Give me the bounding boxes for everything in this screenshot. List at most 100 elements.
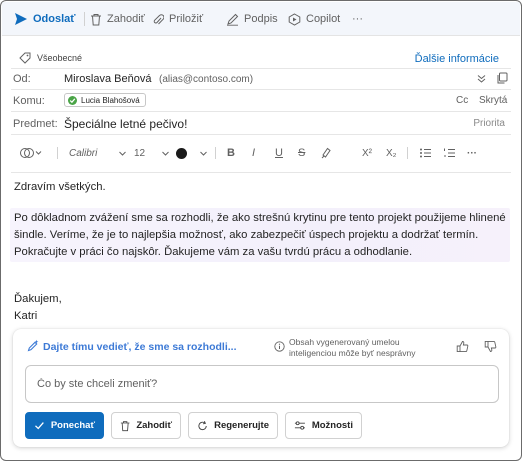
more-formatting-button[interactable]: ···	[467, 142, 477, 164]
discard-button[interactable]: Zahodiť	[90, 2, 145, 36]
copilot-label: Copilot	[306, 13, 341, 25]
trash-icon	[120, 420, 130, 431]
attach-button[interactable]: Priložiť	[152, 2, 203, 36]
font-size-value: 12	[134, 147, 146, 159]
divider	[57, 147, 58, 159]
subject-field[interactable]: Špeciálne letné pečivo!	[64, 117, 187, 131]
body-line: Pokračujte v práci čo najskôr. Ďakujeme …	[14, 246, 413, 258]
options-button[interactable]: Možnosti	[285, 412, 362, 439]
presence-available-icon	[68, 95, 77, 105]
more-icon: ···	[352, 13, 363, 25]
copilot-title: Dajte tímu vedieť, že sme sa rozhodli...	[43, 341, 237, 353]
copilot-panel: Dajte tímu vedieť, že sme sa rozhodli...…	[13, 329, 509, 447]
from-name[interactable]: Miroslava Beňová	[64, 73, 151, 85]
attach-label: Priložiť	[169, 13, 204, 25]
font-family-value: Calibri	[69, 147, 98, 159]
options-label: Možnosti	[311, 420, 353, 431]
disclaimer-line: Obsah vygenerovaný umelou	[289, 337, 400, 347]
color-swatch	[176, 147, 187, 159]
to-label: Komu:	[13, 95, 45, 107]
divider	[11, 172, 511, 173]
more-info-link[interactable]: Ďalšie informácie	[415, 53, 499, 65]
discard-label: Zahodiť	[107, 13, 145, 25]
recipient-name: Lucia Blahošová	[81, 95, 140, 105]
strikethrough-button[interactable]: S	[298, 142, 305, 164]
compose-window: Odoslať Zahodiť Priložiť Podpis Copilot …	[0, 0, 522, 461]
checkmark-icon	[35, 422, 44, 430]
send-icon	[15, 13, 27, 25]
italic-button[interactable]: I	[252, 142, 255, 164]
closing: Ďakujem,	[14, 293, 62, 305]
chevron-down-icon	[119, 151, 126, 156]
formatting-toolbar: Calibri 12 B I U S X² X₂ ···	[11, 142, 511, 164]
priority-button[interactable]: Priorita	[473, 118, 505, 129]
pen-sparkle-icon	[27, 339, 39, 352]
thumbs-down-icon[interactable]	[484, 340, 497, 353]
signature-label: Podpis	[244, 13, 278, 25]
greeting: Zdravím všetkých.	[14, 181, 106, 193]
body-line: šindle. Veríme, že je to najlepšia možno…	[14, 229, 479, 241]
divider	[11, 89, 511, 90]
numbered-list-icon	[444, 148, 455, 157]
styles-button[interactable]	[19, 142, 43, 164]
from-email: (alias@contoso.com)	[159, 74, 254, 85]
numbering-button[interactable]	[443, 142, 456, 164]
sensitivity-text: Všeobecné	[37, 53, 83, 63]
signature: Katri	[14, 310, 38, 322]
regenerate-label: Regenerujte	[214, 420, 269, 431]
more-options-button[interactable]: ···	[352, 2, 363, 36]
disclaimer-line: inteligenciou môže byť nesprávny	[289, 348, 416, 358]
trash-icon	[91, 13, 101, 25]
chevron-down-icon	[200, 151, 207, 156]
bcc-button[interactable]: Skrytá	[479, 95, 507, 106]
toolbar: Odoslať Zahodiť Priložiť Podpis Copilot …	[2, 2, 520, 36]
subject-label: Predmet:	[13, 118, 58, 130]
bullets-button[interactable]	[419, 142, 432, 164]
discard-draft-button[interactable]: Zahodiť	[111, 412, 181, 439]
copilot-button[interactable]: Copilot	[288, 2, 340, 36]
copy-icon[interactable]	[496, 72, 508, 84]
refresh-icon	[198, 420, 207, 430]
divider	[407, 147, 408, 159]
divider	[11, 68, 511, 69]
sensitivity-label[interactable]: Všeobecné	[19, 52, 82, 64]
pen-icon	[227, 13, 239, 26]
recipient-chip[interactable]: Lucia Blahošová	[64, 93, 146, 107]
info-icon	[274, 341, 285, 352]
divider	[11, 134, 511, 135]
bold-button[interactable]: B	[227, 142, 235, 164]
underline-button[interactable]: U	[275, 142, 283, 164]
refine-prompt-input[interactable]	[25, 365, 499, 403]
font-family-select[interactable]: Calibri	[69, 142, 127, 164]
paperclip-icon	[153, 13, 164, 24]
divider	[11, 111, 511, 112]
superscript-button[interactable]: X²	[362, 142, 372, 164]
keep-button[interactable]: Ponechať	[25, 412, 104, 439]
keep-label: Ponechať	[50, 420, 95, 431]
bullet-list-icon	[420, 148, 431, 158]
from-actions	[476, 72, 508, 84]
discard-draft-label: Zahodiť	[136, 420, 172, 431]
divider	[215, 147, 216, 159]
from-label: Od:	[13, 73, 31, 85]
subscript-button[interactable]: X₂	[386, 142, 397, 164]
signature-button[interactable]: Podpis	[226, 2, 278, 36]
cc-button[interactable]: Cc	[456, 95, 468, 106]
tag-icon	[19, 52, 31, 64]
styles-icon	[20, 148, 42, 158]
sliders-icon	[294, 421, 305, 430]
chevron-down-double-icon[interactable]	[476, 73, 487, 84]
body-line: Po dôkladnom zvážení sme sa rozhodli, že…	[14, 212, 506, 224]
highlighter-icon	[321, 147, 331, 159]
font-size-select[interactable]: 12	[134, 142, 170, 164]
thumbs-up-icon[interactable]	[456, 340, 469, 353]
regenerate-button[interactable]: Regenerujte	[188, 412, 278, 439]
ai-disclaimer: Obsah vygenerovaný umelou inteligenciou …	[289, 337, 439, 359]
send-button[interactable]: Odoslať	[14, 2, 76, 36]
highlight-button[interactable]	[320, 142, 332, 164]
send-label: Odoslať	[33, 13, 76, 25]
toolbar-divider	[84, 12, 85, 26]
font-color-button[interactable]	[176, 142, 208, 164]
copilot-icon	[288, 12, 301, 26]
chevron-down-icon	[162, 151, 169, 156]
